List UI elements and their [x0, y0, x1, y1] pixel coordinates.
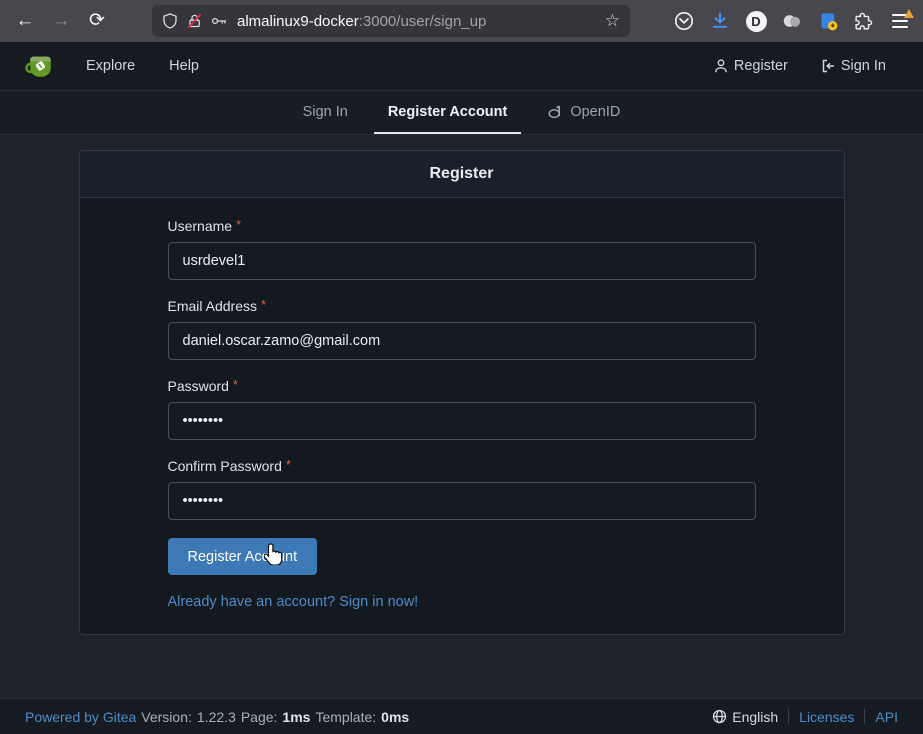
register-card: Register Username* Email Address* Passwo…: [79, 150, 845, 635]
api-link[interactable]: API: [875, 709, 898, 725]
url-host: almalinux9-docker: [237, 13, 359, 30]
toolbar-extensions: D: [663, 6, 915, 36]
required-asterisk: *: [286, 457, 291, 472]
card-title: Register: [80, 151, 844, 198]
nav-explore[interactable]: Explore: [69, 58, 152, 74]
password-input[interactable]: [168, 402, 756, 440]
shapes-extension-icon[interactable]: [777, 6, 807, 36]
footer-left: Powered by Gitea Version: 1.22.3 Page: 1…: [25, 709, 409, 725]
footer-divider: [788, 709, 789, 724]
shield-icon[interactable]: [162, 13, 178, 29]
email-input[interactable]: [168, 322, 756, 360]
globe-icon: [712, 709, 727, 724]
nav-signin-label: Sign In: [841, 58, 886, 74]
extensions-puzzle-icon[interactable]: [849, 6, 879, 36]
nav-register[interactable]: Register: [701, 58, 800, 74]
page-time-value: 1ms: [282, 709, 310, 725]
nav-register-label: Register: [734, 58, 788, 74]
version-value: 1.22.3: [197, 709, 236, 725]
confirm-password-field-group: Confirm Password*: [168, 458, 756, 520]
already-have-account-link[interactable]: Already have an account? Sign in now!: [168, 594, 756, 610]
register-form: Username* Email Address* Password* Confi…: [80, 198, 844, 634]
insecure-lock-icon[interactable]: [187, 13, 202, 29]
pocket-icon[interactable]: [669, 6, 699, 36]
template-time-label: Template:: [315, 709, 376, 725]
translate-extension-icon[interactable]: [813, 6, 843, 36]
required-asterisk: *: [233, 377, 238, 392]
username-label: Username*: [168, 218, 756, 234]
bookmark-star-icon[interactable]: ☆: [605, 11, 620, 31]
menu-icon[interactable]: [885, 6, 915, 36]
tab-openid-label: OpenID: [570, 104, 620, 120]
back-button[interactable]: ←: [8, 5, 42, 37]
gitea-navbar: Explore Help Register Sign In: [0, 42, 923, 90]
update-badge: [904, 9, 914, 18]
downloads-icon[interactable]: [705, 6, 735, 36]
gitea-logo-icon[interactable]: [25, 51, 55, 81]
reload-button[interactable]: ⟳: [80, 5, 114, 37]
licenses-link[interactable]: Licenses: [799, 709, 854, 725]
template-time-value: 0ms: [381, 709, 409, 725]
confirm-password-input[interactable]: [168, 482, 756, 520]
browser-window: ← → ⟳ almalinux9-d: [0, 0, 923, 734]
footer-divider: [864, 709, 865, 724]
language-selector[interactable]: English: [712, 709, 778, 725]
footer-right: English Licenses API: [712, 709, 898, 725]
confirm-password-label: Confirm Password*: [168, 458, 756, 474]
url-bar[interactable]: almalinux9-docker:3000/user/sign_up ☆: [152, 5, 630, 37]
nav-help[interactable]: Help: [152, 58, 216, 74]
password-field-group: Password*: [168, 378, 756, 440]
gitea-footer: Powered by Gitea Version: 1.22.3 Page: 1…: [0, 698, 923, 734]
key-icon[interactable]: [211, 13, 228, 29]
tab-openid[interactable]: OpenID: [533, 91, 634, 134]
password-label: Password*: [168, 378, 756, 394]
required-asterisk: *: [236, 217, 241, 232]
person-icon: [713, 58, 729, 74]
forward-button[interactable]: →: [44, 5, 78, 37]
email-label: Email Address*: [168, 298, 756, 314]
duckduckgo-extension-icon[interactable]: D: [741, 6, 771, 36]
language-label: English: [732, 709, 778, 725]
required-asterisk: *: [261, 297, 266, 312]
browser-toolbar: ← → ⟳ almalinux9-d: [0, 0, 923, 42]
email-field-group: Email Address*: [168, 298, 756, 360]
nav-signin[interactable]: Sign In: [808, 58, 898, 74]
page-content: Register Username* Email Address* Passwo…: [0, 135, 923, 698]
navbar-right: Register Sign In: [701, 58, 898, 74]
username-input[interactable]: [168, 242, 756, 280]
letter-d-badge: D: [746, 11, 767, 32]
page-time-label: Page:: [241, 709, 278, 725]
version-label: Version:: [141, 709, 192, 725]
tab-sign-in[interactable]: Sign In: [289, 91, 362, 134]
tab-register-account[interactable]: Register Account: [374, 91, 522, 134]
username-field-group: Username*: [168, 218, 756, 280]
url-text[interactable]: almalinux9-docker:3000/user/sign_up: [237, 13, 597, 30]
tab-register-account-label: Register Account: [388, 104, 508, 120]
powered-by-gitea-link[interactable]: Powered by Gitea: [25, 709, 136, 725]
sign-in-icon: [820, 58, 836, 74]
auth-tabbar: Sign In Register Account OpenID: [0, 90, 923, 135]
register-account-button[interactable]: Register Account: [168, 538, 318, 575]
openid-icon: [547, 103, 564, 120]
url-path: :3000/user/sign_up: [359, 13, 487, 30]
tab-sign-in-label: Sign In: [303, 104, 348, 120]
